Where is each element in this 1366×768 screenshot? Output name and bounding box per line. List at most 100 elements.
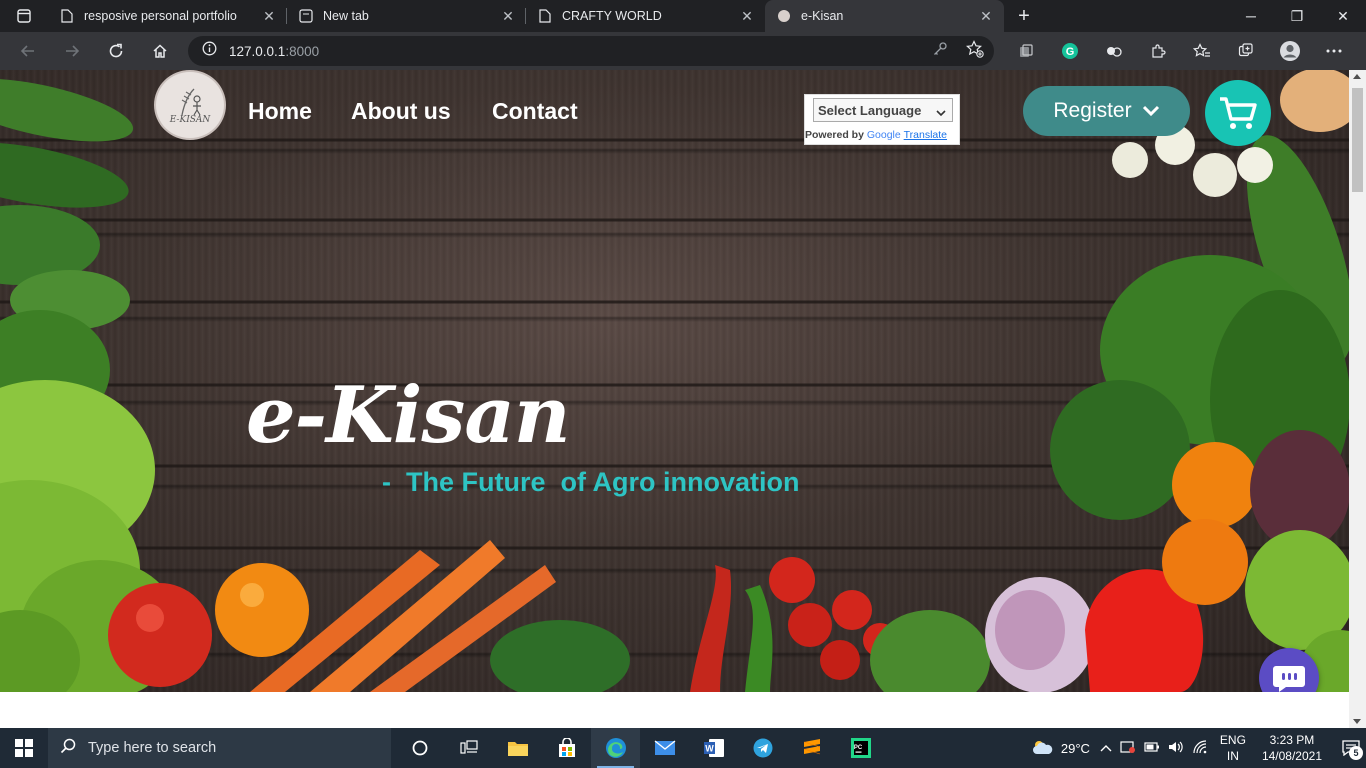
collections-icon[interactable] (1004, 32, 1048, 70)
hero-title: e-Kisan (246, 370, 571, 461)
add-favorite-icon[interactable] (966, 39, 984, 63)
close-window-icon[interactable]: ✕ (1320, 0, 1366, 32)
wheat-farmer-icon (181, 88, 201, 116)
new-tab-button[interactable]: + (1004, 0, 1044, 32)
extension-icon[interactable] (1092, 32, 1136, 70)
system-tray: 29°C ENG IN 3:23 PM 14/08/2021 5 (1031, 728, 1366, 768)
task-view-icon[interactable] (444, 728, 493, 768)
site-favicon-icon (777, 9, 791, 23)
collections-add-icon[interactable] (1224, 32, 1268, 70)
nav-about-us[interactable]: About us (351, 98, 451, 125)
hero-section: E-KISAN Home About us Contact Select Lan… (0, 70, 1349, 692)
translate-link[interactable]: Translate (904, 129, 947, 141)
more-options-icon[interactable] (1312, 32, 1356, 70)
scroll-up-icon[interactable] (1353, 74, 1361, 79)
new-tab-page-icon (299, 9, 313, 23)
page-viewport: E-KISAN Home About us Contact Select Lan… (0, 70, 1349, 728)
taskbar-search[interactable]: Type here to search (48, 728, 391, 768)
puzzle-extensions-icon[interactable] (1136, 32, 1180, 70)
browser-tab-bar: resposive personal portfolio ✕ New tab ✕… (0, 0, 1366, 32)
clock[interactable]: 3:23 PM 14/08/2021 (1262, 732, 1322, 764)
restore-icon[interactable]: ❐ (1274, 0, 1320, 32)
svg-text:PC: PC (853, 745, 862, 751)
site-logo[interactable]: E-KISAN (154, 70, 226, 140)
security-icon[interactable] (1120, 740, 1136, 757)
browser-tab[interactable]: resposive personal portfolio ✕ (48, 0, 287, 32)
search-placeholder: Type here to search (88, 740, 217, 756)
telegram-icon[interactable] (738, 728, 787, 768)
weather-widget[interactable]: 29°C (1031, 739, 1090, 758)
tab-title: CRAFTY WORLD (562, 9, 662, 23)
shopping-cart-icon (1220, 97, 1257, 129)
edge-browser-icon[interactable] (591, 728, 640, 768)
pycharm-icon[interactable]: PC (836, 728, 885, 768)
page-icon (60, 9, 74, 23)
browser-tab[interactable]: CRAFTY WORLD ✕ (526, 0, 765, 32)
close-tab-icon[interactable]: ✕ (500, 8, 516, 24)
nav-contact[interactable]: Contact (492, 98, 578, 125)
favorites-icon[interactable] (1180, 32, 1224, 70)
hero-subtitle: - The Future of Agro innovation (382, 467, 800, 497)
windows-start-icon[interactable] (0, 728, 48, 768)
volume-icon[interactable] (1168, 740, 1184, 757)
wifi-icon[interactable] (1192, 739, 1208, 757)
grammarly-icon[interactable]: G (1048, 32, 1092, 70)
search-icon (60, 738, 76, 758)
profile-avatar-icon[interactable] (1268, 32, 1312, 70)
notification-count: 5 (1349, 746, 1363, 760)
page-scrollbar[interactable] (1349, 70, 1366, 728)
tab-title: resposive personal portfolio (84, 9, 237, 23)
browser-tab[interactable]: New tab ✕ (287, 0, 526, 32)
refresh-icon[interactable] (94, 32, 138, 70)
scrollbar-thumb[interactable] (1352, 88, 1363, 192)
register-button[interactable]: Register (1023, 86, 1190, 136)
cortana-icon[interactable] (395, 728, 444, 768)
close-tab-icon[interactable]: ✕ (978, 8, 994, 24)
close-tab-icon[interactable]: ✕ (739, 8, 755, 24)
minimize-icon[interactable]: ─ (1228, 0, 1274, 32)
url-text: 127.0.0.1:8000 (229, 43, 320, 59)
cart-button[interactable] (1205, 80, 1271, 146)
tab-title: New tab (323, 9, 369, 23)
sublime-text-icon[interactable] (787, 728, 836, 768)
close-tab-icon[interactable]: ✕ (261, 8, 277, 24)
register-label: Register (1053, 99, 1132, 122)
svg-text:W: W (705, 744, 714, 754)
page-icon (538, 9, 552, 23)
browser-tab-active[interactable]: e-Kisan ✕ (765, 0, 1004, 32)
battery-icon[interactable] (1144, 741, 1160, 755)
extensions-area: G (1004, 32, 1356, 70)
language-select[interactable]: Select Language (813, 98, 953, 122)
address-bar[interactable]: 127.0.0.1:8000 (188, 36, 994, 66)
tab-title: e-Kisan (801, 9, 844, 23)
cloudy-weather-icon (1031, 739, 1053, 758)
logo-text: E-KISAN (169, 115, 211, 125)
word-icon[interactable]: W (689, 728, 738, 768)
mail-icon[interactable] (640, 728, 689, 768)
notification-center-icon[interactable]: 5 (1336, 728, 1366, 768)
clock-date: 14/08/2021 (1261, 749, 1322, 763)
chevron-down-icon (1142, 99, 1160, 123)
forward-icon[interactable] (50, 32, 94, 70)
chevron-down-icon (936, 105, 946, 120)
site-info-icon[interactable] (202, 41, 217, 61)
nav-home[interactable]: Home (248, 98, 312, 125)
chat-bubble-icon (1273, 666, 1305, 692)
back-icon[interactable] (6, 32, 50, 70)
chevron-up-icon[interactable] (1100, 741, 1112, 755)
browser-toolbar: 127.0.0.1:8000 G (0, 32, 1366, 70)
google-wordmark: Google (866, 129, 901, 141)
home-icon[interactable] (138, 32, 182, 70)
tab-actions-icon[interactable] (0, 0, 48, 32)
weather-temperature: 29°C (1060, 740, 1090, 756)
clock-time: 3:23 PM (1269, 733, 1315, 747)
file-explorer-icon[interactable] (493, 728, 542, 768)
microsoft-store-icon[interactable] (542, 728, 591, 768)
google-translate-widget: Select Language Powered by Google Transl… (804, 94, 960, 145)
powered-by-google: Powered by Google Translate (805, 129, 948, 141)
input-language[interactable]: ENG IN (1220, 732, 1246, 764)
key-icon[interactable] (932, 41, 948, 62)
tray-icons (1100, 739, 1208, 757)
windows-taskbar: Type here to search W PC 29°C ENG IN 3:2… (0, 728, 1366, 768)
scroll-down-icon[interactable] (1353, 719, 1361, 724)
